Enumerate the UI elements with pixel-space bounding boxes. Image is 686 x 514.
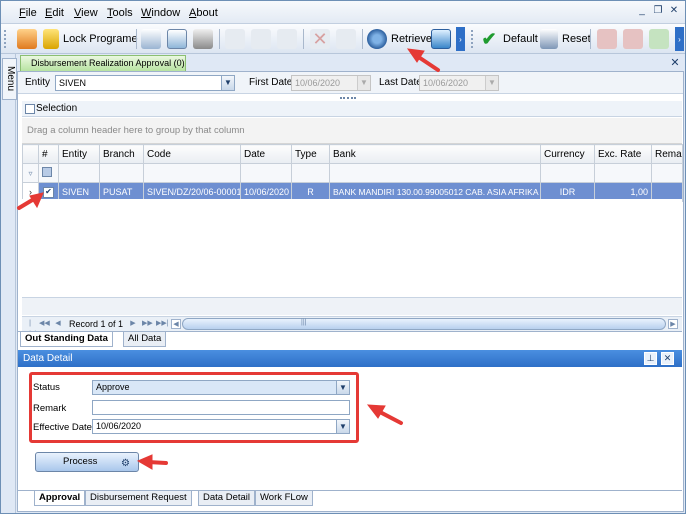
annotation-arrows (17, 48, 440, 470)
annotation-arrow-process (136, 454, 168, 470)
annotation-arrow-row (17, 192, 44, 210)
annotation-arrow-retrieve (406, 48, 440, 72)
annotation-arrow-detail (366, 404, 403, 425)
